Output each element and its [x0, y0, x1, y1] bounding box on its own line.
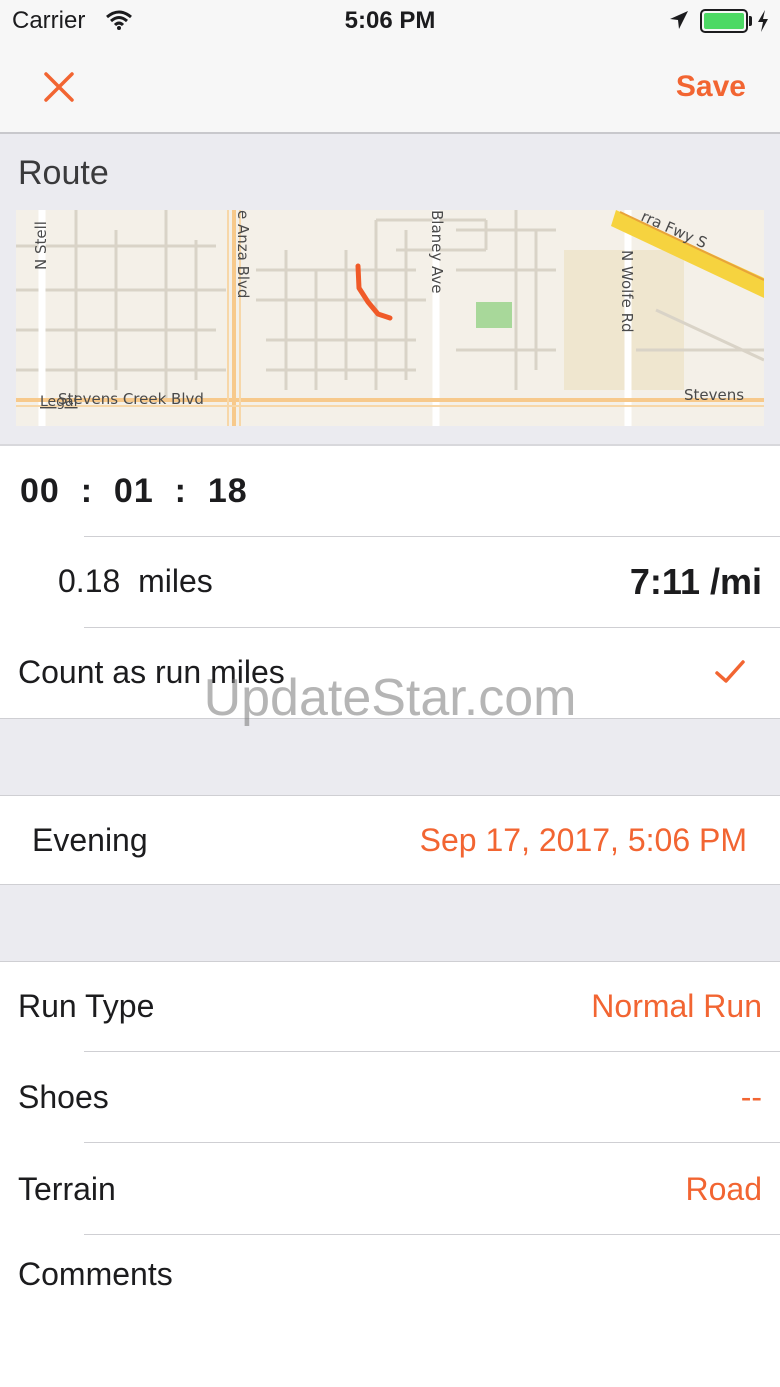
shoes-label: Shoes	[18, 1079, 109, 1115]
terrain-value[interactable]: Road	[686, 1171, 763, 1208]
battery-tip	[749, 16, 752, 26]
map-label-anza-blvd: e Anza Blvd	[234, 210, 252, 298]
terrain-label: Terrain	[18, 1171, 116, 1207]
route-section: Route N Stell e Anza Blvd Blaney Ave N W…	[0, 134, 780, 446]
map-label-stevens-creek: Stevens Creek Blvd	[58, 390, 204, 408]
pace-value: 7:11 /mi	[629, 561, 762, 602]
section-spacer	[0, 718, 780, 796]
duration-value: 00 : 01 : 18	[20, 472, 248, 510]
charging-bolt-icon	[756, 9, 770, 40]
map-label-blaney-ave: Blaney Ave	[428, 210, 446, 294]
location-arrow-icon	[668, 9, 690, 38]
battery-icon	[700, 9, 748, 33]
shoes-value[interactable]: --	[741, 1079, 762, 1116]
run-type-value[interactable]: Normal Run	[591, 988, 762, 1025]
count-as-run-miles-label: Count as run miles	[18, 654, 285, 690]
navigation-bar: Carrier 5:06 PM Save	[0, 0, 780, 134]
shoes-row[interactable]	[0, 1052, 780, 1142]
route-map[interactable]: N Stell e Anza Blvd Blaney Ave N Wolfe R…	[16, 210, 764, 426]
close-button[interactable]	[38, 66, 80, 108]
save-button[interactable]: Save	[676, 70, 746, 104]
status-time: 5:06 PM	[344, 7, 436, 34]
date-value[interactable]: Sep 17, 2017, 5:06 PM	[420, 822, 747, 859]
route-title: Route	[18, 154, 109, 192]
status-bar: Carrier 5:06 PM	[0, 0, 780, 42]
map-canvas: N Stell e Anza Blvd Blaney Ave N Wolfe R…	[16, 210, 764, 426]
time-of-day-label: Evening	[32, 822, 148, 858]
map-label-n-stell: N Stell	[32, 221, 50, 270]
map-label-n-wolfe-rd: N Wolfe Rd	[618, 250, 636, 333]
map-label-stevens: Stevens	[684, 386, 744, 404]
terrain-row[interactable]	[0, 1143, 780, 1233]
comments-label[interactable]: Comments	[18, 1256, 173, 1293]
map-legal-link: Legal	[40, 394, 78, 410]
checkmark-icon[interactable]	[714, 658, 746, 686]
distance-value: 0.18 miles	[58, 563, 213, 599]
section-spacer	[0, 884, 780, 962]
close-icon	[44, 72, 74, 102]
run-type-label: Run Type	[18, 988, 155, 1024]
